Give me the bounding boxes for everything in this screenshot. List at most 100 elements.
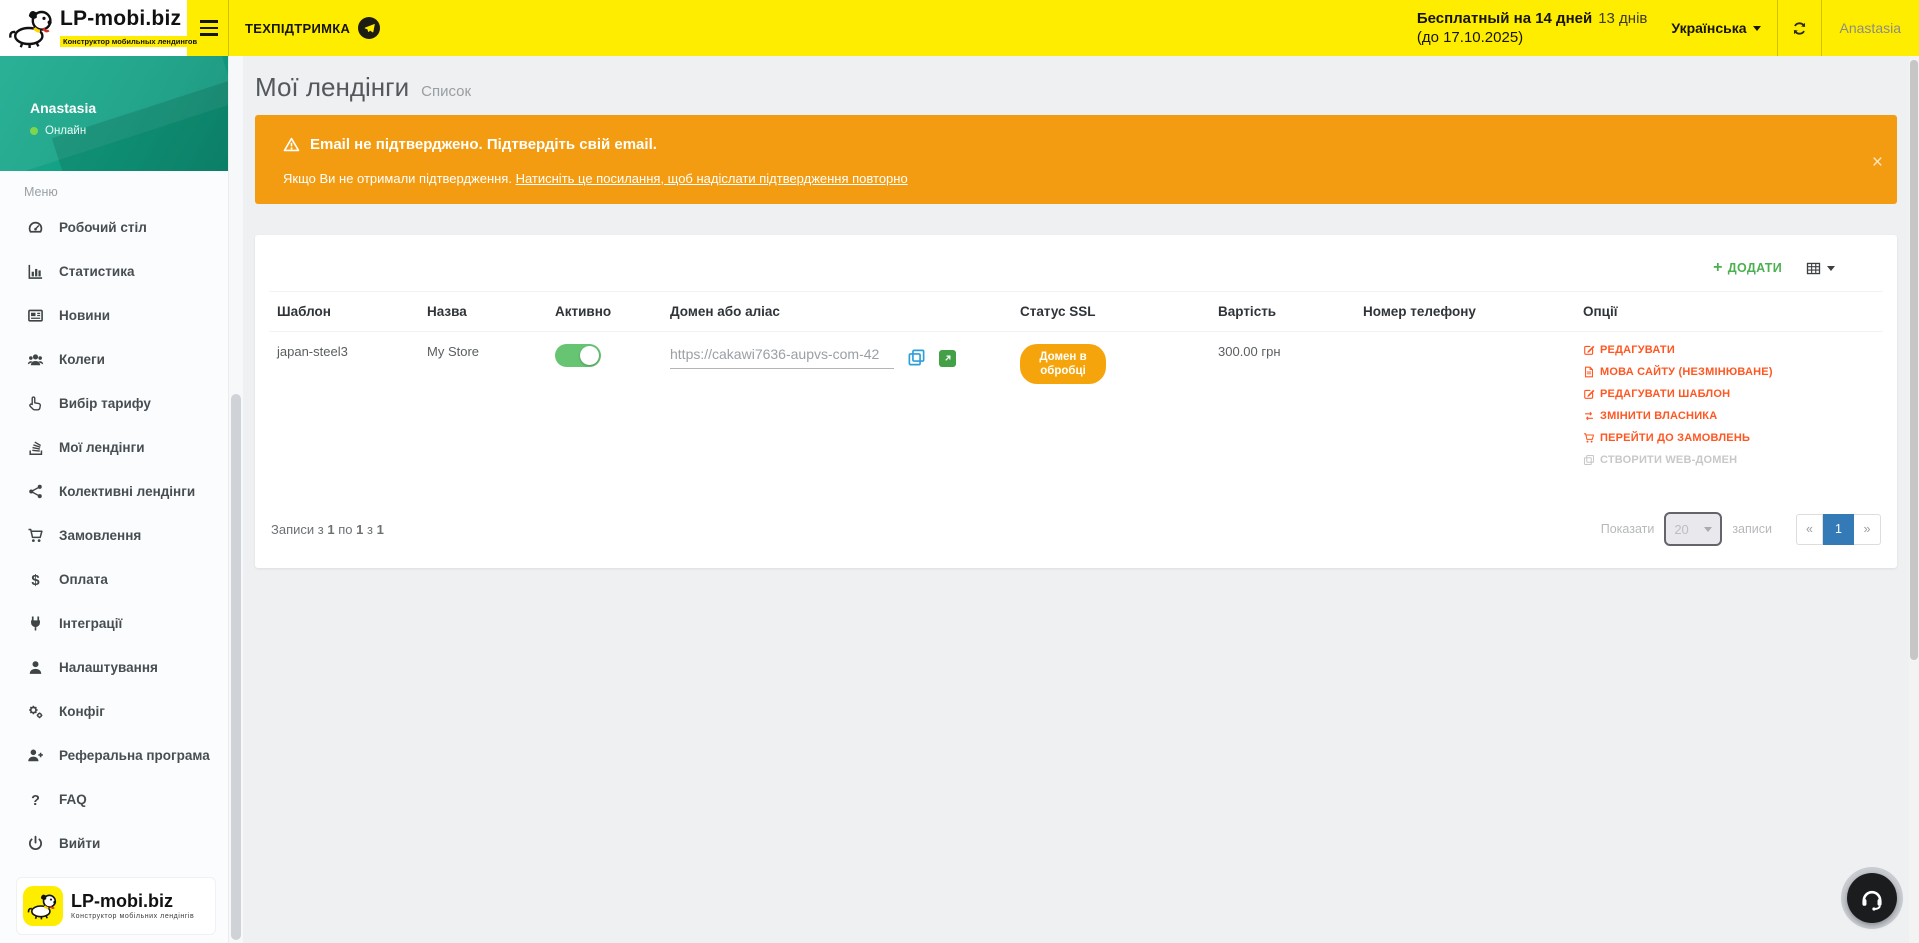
sidebar-item-logout[interactable]: Вийти	[0, 821, 228, 865]
brand-subtitle: Конструктор мобильных лендингов	[60, 36, 200, 47]
topbar: LP-mobi.biz Конструктор мобильных лендин…	[0, 0, 1919, 56]
footer-brand-subtitle: Конструктор мобільних лендінгів	[71, 913, 194, 920]
pagination-page-1[interactable]: 1	[1823, 514, 1854, 545]
sidebar-menu: Меню Робочий стіл Статистика Новини Коле…	[0, 171, 228, 865]
refresh-button[interactable]	[1777, 0, 1821, 56]
scrollbar-thumb[interactable]	[231, 394, 241, 940]
chevron-down-icon	[1753, 26, 1761, 31]
user-icon	[27, 659, 44, 676]
ssl-status-badge: Домен в обробці	[1020, 344, 1106, 384]
sidebar-username: Anastasia	[30, 100, 228, 116]
copy-icon[interactable]	[907, 348, 926, 367]
telegram-icon[interactable]	[358, 17, 380, 39]
topbar-divider	[228, 0, 229, 56]
plus-icon: +	[1713, 260, 1723, 276]
hamburger-menu-icon[interactable]	[196, 15, 222, 41]
sidebar-item-dashboard[interactable]: Робочий стіл	[0, 205, 228, 249]
cart-icon	[1583, 432, 1595, 444]
plan-until: (до 17.10.2025)	[1417, 28, 1648, 47]
cell-options: РЕДАГУВАТИ МОВА САЙТУ (НЕЗМІНЮВАНЕ) РЕДА…	[1575, 332, 1883, 489]
sidebar-item-referral[interactable]: Реферальна програма	[0, 733, 228, 777]
menu-section-label: Меню	[0, 185, 228, 205]
sidebar-item-payment[interactable]: Оплата	[0, 557, 228, 601]
sidebar-item-settings[interactable]: Налаштування	[0, 645, 228, 689]
sidebar-footer-logo[interactable]: LP-mobi.biz Конструктор мобільних лендін…	[16, 877, 216, 935]
email-warning-alert: Email не підтверджено. Підтвердіть свій …	[255, 115, 1897, 204]
main-content: Мої лендінги Список Email не підтверджен…	[243, 56, 1909, 943]
active-toggle[interactable]	[555, 344, 601, 367]
page-scrollbar[interactable]	[1909, 56, 1919, 943]
pagination-next-button[interactable]: »	[1854, 514, 1881, 545]
external-link-icon[interactable]	[939, 350, 956, 367]
option-edit-template[interactable]: РЕДАГУВАТИ ШАБЛОН	[1583, 388, 1875, 400]
col-header-price: Вартість	[1210, 292, 1355, 332]
plan-name: Бесплатный на 14 дней	[1417, 10, 1592, 27]
sidebar-item-faq[interactable]: FAQ	[0, 777, 228, 821]
share-icon	[27, 483, 44, 500]
option-site-language[interactable]: МОВА САЙТУ (НЕЗМІНЮВАНЕ)	[1583, 366, 1875, 378]
scrollbar-thumb[interactable]	[1910, 60, 1918, 660]
sidebar-item-config[interactable]: Конфіг	[0, 689, 228, 733]
cell-name: My Store	[419, 332, 547, 489]
col-header-template: Шаблон	[269, 292, 419, 332]
dashboard-icon	[27, 219, 44, 236]
dollar-icon	[27, 571, 44, 588]
landings-panel: + ДОДАТИ Шаблон Назва Активно	[255, 235, 1897, 568]
sidebar-item-tariff[interactable]: Вибір тарифу	[0, 381, 228, 425]
warning-icon	[283, 136, 300, 153]
option-go-to-orders[interactable]: ПЕРЕЙТИ ДО ЗАМОВЛЕНЬ	[1583, 432, 1875, 444]
sidebar-item-my-landings[interactable]: Мої лендінги	[0, 425, 228, 469]
sidebar-item-integrations[interactable]: Інтеграції	[0, 601, 228, 645]
plan-info: Бесплатный на 14 дней13 днів (до 17.10.2…	[1417, 0, 1662, 56]
col-header-active: Активно	[547, 292, 662, 332]
sidebar-item-statistics[interactable]: Статистика	[0, 249, 228, 293]
language-selector[interactable]: Українська	[1661, 0, 1776, 56]
brand-logo[interactable]: LP-mobi.biz Конструктор мобильных лендин…	[0, 0, 187, 56]
table-grid-icon	[1806, 261, 1821, 276]
clone-icon	[1583, 454, 1595, 466]
alert-heading: Email не підтверджено. Підтвердіть свій …	[310, 136, 657, 153]
landings-table: Шаблон Назва Активно Домен або аліас Ста…	[269, 291, 1883, 488]
col-header-phone: Номер телефону	[1355, 292, 1575, 332]
cell-price: 300.00 грн	[1210, 332, 1355, 489]
option-change-owner[interactable]: ЗМІНИТИ ВЛАСНИКА	[1583, 410, 1875, 422]
close-icon[interactable]: ×	[1872, 153, 1883, 172]
sidebar-item-orders[interactable]: Замовлення	[0, 513, 228, 557]
plug-icon	[27, 615, 44, 632]
online-dot-icon	[30, 127, 38, 135]
cogs-icon	[27, 703, 44, 720]
app-window: LP-mobi.biz Конструктор мобильных лендин…	[0, 0, 1919, 943]
exchange-icon	[1583, 410, 1595, 422]
newspaper-icon	[27, 307, 44, 324]
user-plus-icon	[27, 747, 44, 764]
sidebar-user-panel: Anastasia Онлайн	[0, 56, 228, 171]
table-header-row: Шаблон Назва Активно Домен або аліас Ста…	[269, 292, 1883, 332]
page-title: Мої лендінги	[255, 72, 409, 103]
resend-confirmation-link[interactable]: Натисніть це посилання, щоб надіслати пі…	[516, 171, 908, 186]
refresh-icon	[1791, 20, 1808, 37]
sidebar-scrollbar[interactable]	[228, 56, 243, 943]
sidebar-item-colleagues[interactable]: Колеги	[0, 337, 228, 381]
dog-mascot-icon	[8, 7, 56, 49]
sidebar-item-collective-landings[interactable]: Колективні лендінги	[0, 469, 228, 513]
page-size-select[interactable]: 20	[1664, 512, 1722, 546]
domain-input[interactable]	[670, 344, 894, 369]
columns-toggle-button[interactable]	[1806, 261, 1835, 276]
stack-icon	[27, 439, 44, 456]
col-header-ssl: Статус SSL	[1012, 292, 1210, 332]
support-link[interactable]: ТЕХПІДТРИМКА	[245, 0, 380, 56]
pagination-prev-button[interactable]: «	[1796, 514, 1823, 545]
add-button[interactable]: + ДОДАТИ	[1713, 260, 1782, 276]
table-row: japan-steel3 My Store	[269, 332, 1883, 489]
cell-phone	[1355, 332, 1575, 489]
option-edit[interactable]: РЕДАГУВАТИ	[1583, 344, 1875, 356]
edit-icon	[1583, 344, 1595, 356]
language-label: Українська	[1671, 20, 1746, 36]
chat-widget-button[interactable]	[1841, 867, 1903, 929]
sidebar-item-news[interactable]: Новини	[0, 293, 228, 337]
col-header-options: Опції	[1575, 292, 1883, 332]
headset-icon	[1859, 885, 1885, 911]
records-info: Записи з 1 по 1 з 1	[271, 522, 384, 537]
topbar-username[interactable]: Anastasia	[1821, 0, 1919, 56]
sidebar: Anastasia Онлайн Меню Робочий стіл Стати…	[0, 56, 228, 943]
